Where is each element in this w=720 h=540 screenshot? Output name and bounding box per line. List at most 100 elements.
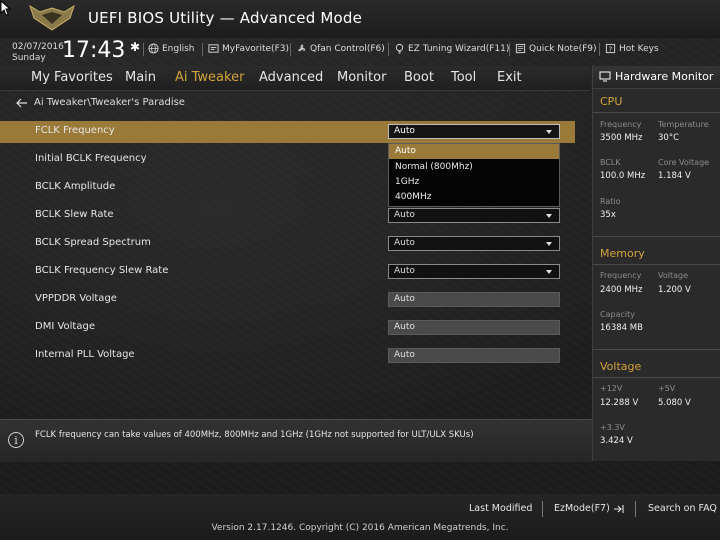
core-voltage-value: 1.184 V: [658, 171, 691, 181]
tab-monitor[interactable]: Monitor: [337, 70, 386, 85]
breadcrumb: Ai Tweaker\Tweaker's Paradise: [16, 97, 185, 108]
search-faq-button[interactable]: Search on FAQ: [648, 503, 717, 514]
cpu-temperature-label: Temperature: [658, 120, 709, 129]
fclk-frequency-select[interactable]: Auto: [388, 124, 560, 139]
last-modified-button[interactable]: Last Modified: [469, 503, 532, 514]
gear-icon[interactable]: ✱: [130, 40, 140, 54]
setting-label-bclk-spread-spectrum[interactable]: BCLK Spread Spectrum: [35, 237, 151, 248]
hardware-monitor-panel: Hardware Monitor CPU Frequency Temperatu…: [592, 66, 720, 461]
cpu-frequency-value: 3500 MHz: [600, 133, 643, 143]
tab-advanced[interactable]: Advanced: [259, 70, 323, 85]
memory-heading: Memory: [600, 247, 645, 260]
v12-value: 12.288 V: [600, 398, 639, 408]
setting-label-internal-pll-voltage[interactable]: Internal PLL Voltage: [35, 349, 135, 360]
memory-frequency-label: Frequency: [600, 271, 642, 280]
favorite-icon: [208, 44, 219, 53]
toolbar-divider: [388, 43, 389, 56]
chevron-down-icon: [546, 270, 552, 274]
hot-keys-button[interactable]: ? Hot Keys: [605, 43, 659, 54]
dmi-voltage-input[interactable]: Auto: [388, 320, 560, 335]
tab-main[interactable]: Main: [125, 70, 156, 85]
note-icon: [515, 43, 526, 54]
ez-tuning-button[interactable]: EZ Tuning Wizard(F11): [394, 43, 509, 54]
chevron-down-icon: [546, 130, 552, 134]
footer-divider: [635, 501, 636, 517]
bclk-slew-rate-select[interactable]: Auto: [388, 208, 560, 223]
main-nav: My Favorites Main Ai Tweaker Advanced Mo…: [0, 66, 590, 91]
fclk-frequency-value: Auto: [394, 126, 415, 136]
internal-pll-voltage-input[interactable]: Auto: [388, 348, 560, 363]
toolbar-divider: [202, 43, 203, 56]
memory-frequency-value: 2400 MHz: [600, 285, 643, 295]
toolbar: English MyFavorite(F3) Qfan Control(F6) …: [143, 43, 720, 57]
setting-label-dmi-voltage[interactable]: DMI Voltage: [35, 321, 95, 332]
monitor-icon: [599, 71, 611, 82]
bclk-frequency-slew-rate-select[interactable]: Auto: [388, 264, 560, 279]
quick-note-button[interactable]: Quick Note(F9): [515, 43, 597, 54]
day: Sunday: [12, 53, 46, 63]
clock: 17:43: [62, 38, 126, 63]
memory-divider: [593, 264, 720, 265]
myfavorite-label: MyFavorite(F3): [222, 43, 289, 54]
svg-text:?: ?: [609, 44, 613, 53]
help-icon: ?: [605, 43, 616, 53]
language-button[interactable]: English: [148, 43, 195, 54]
qfan-button[interactable]: Qfan Control(F6): [296, 43, 385, 54]
voltage-heading: Voltage: [600, 360, 642, 373]
setting-label-bclk-frequency-slew-rate[interactable]: BCLK Frequency Slew Rate: [35, 265, 168, 276]
setting-label-bclk-amplitude[interactable]: BCLK Amplitude: [35, 181, 115, 192]
cpu-divider: [593, 112, 720, 113]
dropdown-option-1ghz[interactable]: 1GHz: [389, 175, 559, 190]
ez-tuning-label: EZ Tuning Wizard(F11): [408, 43, 510, 54]
tab-my-favorites[interactable]: My Favorites: [31, 70, 113, 85]
capacity-label: Capacity: [600, 310, 635, 319]
globe-icon: [148, 43, 159, 54]
setting-label-fclk-frequency[interactable]: FCLK Frequency: [35, 125, 115, 136]
ratio-label: Ratio: [600, 197, 621, 206]
memory-voltage-label: Voltage: [658, 271, 689, 280]
chevron-down-icon: [546, 214, 552, 218]
ezmode-label: EzMode(F7): [554, 503, 610, 514]
app-title: UEFI BIOS Utility — Advanced Mode: [88, 9, 363, 27]
bclk-spread-spectrum-select[interactable]: Auto: [388, 236, 560, 251]
tab-tool[interactable]: Tool: [451, 70, 476, 85]
tab-ai-tweaker[interactable]: Ai Tweaker: [175, 70, 244, 85]
dropdown-option-400mhz[interactable]: 400MHz: [389, 190, 559, 205]
title-bar: UEFI BIOS Utility — Advanced Mode: [0, 0, 720, 38]
setting-label-vppddr-voltage[interactable]: VPPDDR Voltage: [35, 293, 117, 304]
voltage-divider: [593, 377, 720, 378]
myfavorite-button[interactable]: MyFavorite(F3): [208, 43, 289, 54]
voltage-top-divider: [593, 349, 720, 350]
tab-boot[interactable]: Boot: [404, 70, 434, 85]
memory-voltage-value: 1.200 V: [658, 285, 691, 295]
lightbulb-icon: [395, 43, 404, 54]
vppddr-voltage-input[interactable]: Auto: [388, 292, 560, 307]
bclk-frequency-slew-rate-value: Auto: [394, 266, 415, 276]
bclk-label: BCLK: [600, 158, 621, 167]
core-voltage-label: Core Voltage: [658, 158, 710, 167]
hardware-monitor-title-text: Hardware Monitor: [615, 70, 714, 83]
info-icon: i: [8, 432, 24, 448]
bclk-spread-spectrum-value: Auto: [394, 238, 415, 248]
setting-label-initial-bclk-frequency[interactable]: Initial BCLK Frequency: [35, 153, 146, 164]
bclk-slew-rate-value: Auto: [394, 210, 415, 220]
dropdown-option-auto[interactable]: Auto: [389, 144, 559, 159]
v12-label: +12V: [600, 384, 623, 393]
language-label: English: [162, 43, 195, 54]
mouse-pointer-icon: [0, 0, 12, 16]
footer-divider: [542, 501, 543, 517]
breadcrumb-path: Ai Tweaker\Tweaker's Paradise: [34, 97, 185, 108]
setting-label-bclk-slew-rate[interactable]: BCLK Slew Rate: [35, 209, 114, 220]
exit-arrow-icon: [613, 504, 624, 513]
fan-icon: [298, 44, 306, 52]
chevron-down-icon: [546, 242, 552, 246]
ratio-value: 35x: [600, 210, 616, 220]
toolbar-divider: [290, 43, 291, 56]
ezmode-button[interactable]: EzMode(F7): [554, 503, 625, 514]
tuf-logo: [24, 2, 80, 34]
fclk-frequency-dropdown: Auto Normal (800Mhz) 1GHz 400MHz: [388, 143, 560, 207]
dropdown-option-normal-800mhz[interactable]: Normal (800Mhz): [389, 160, 559, 175]
help-bar: i FCLK frequency can take values of 400M…: [0, 419, 592, 462]
tab-exit[interactable]: Exit: [497, 70, 522, 85]
back-arrow-icon[interactable]: [16, 98, 28, 108]
